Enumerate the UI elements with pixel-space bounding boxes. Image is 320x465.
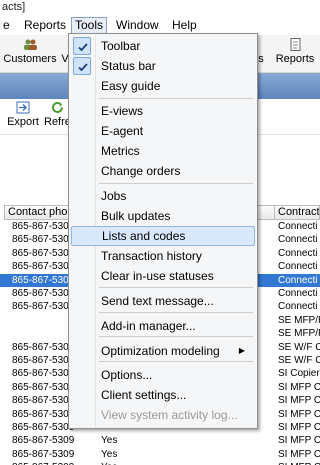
cell-contract: Connecti xyxy=(278,274,318,286)
cell-contact-phone: 865-867-5309 xyxy=(12,435,75,447)
table-row[interactable]: 865-867-5309Yes SI MFP C xyxy=(0,461,320,465)
menu-item-lists-and-codes[interactable]: Lists and codes xyxy=(71,226,255,246)
submenu-arrow-icon: ▶ xyxy=(238,346,245,355)
cell-contract: Connecti xyxy=(278,234,318,246)
table-row[interactable]: 865-867-5309 Yes SI MFP C xyxy=(0,434,320,447)
cell-contract: SI MFP C xyxy=(278,408,320,420)
menu-item-clear-in-use-statuses[interactable]: Clear in-use statuses xyxy=(71,266,255,286)
export-button[interactable]: Export xyxy=(4,100,42,134)
menu-item-status-bar[interactable]: Status bar xyxy=(71,56,255,76)
window-title: acts] xyxy=(0,0,320,17)
menu-item-label: E-views xyxy=(101,104,144,118)
cell-flag: Yes xyxy=(101,461,141,465)
cell-contract: Connecti xyxy=(278,247,318,259)
menu-item-optimization-modeling[interactable]: Optimization modeling ▶ xyxy=(71,341,255,361)
menu-item-e-agent[interactable]: E-agent xyxy=(71,121,255,141)
menu-item-e-views[interactable]: E-views xyxy=(71,101,255,121)
cell-contract: Connecti xyxy=(278,261,318,273)
menu-item-client-settings[interactable]: Client settings... xyxy=(71,385,255,405)
table-row[interactable]: 865-867-5309 Yes SI MFP C xyxy=(0,448,320,461)
menu-item-label: View system activity log... xyxy=(101,408,238,422)
checkmark-icon xyxy=(73,57,91,75)
menu-separator xyxy=(99,287,253,288)
menu-reports[interactable]: Reports xyxy=(24,17,66,35)
cell-contract: SI MFP C xyxy=(278,395,320,407)
menu-separator xyxy=(99,183,253,184)
customers-icon xyxy=(23,39,37,50)
menu-item-label: Toolbar xyxy=(101,39,141,53)
menu-item-bulk-updates[interactable]: Bulk updates xyxy=(71,206,255,226)
cell-contract: SI MFP C xyxy=(278,461,320,465)
menu-separator xyxy=(99,336,253,337)
customers-label: Customers xyxy=(3,53,57,65)
cell-contact-phone: 865-867-5309 xyxy=(12,461,102,465)
menu-item-label: Add-in manager... xyxy=(101,319,196,333)
cell-contract: Connecti xyxy=(278,288,318,299)
menu-file[interactable]: e xyxy=(3,17,10,35)
menu-item-add-in-manager[interactable]: Add-in manager... xyxy=(71,316,255,336)
cell-contract: Connecti xyxy=(278,301,318,313)
menu-item-label: Easy guide xyxy=(101,79,161,93)
cell-contract: SE W/F C xyxy=(278,355,320,366)
menu-item-view-system-activity-log: View system activity log... xyxy=(71,405,255,425)
reports-icon xyxy=(290,38,300,51)
menu-item-label: Transaction history xyxy=(101,249,202,263)
menu-separator xyxy=(99,361,253,362)
cell-contract: Connecti xyxy=(278,221,318,232)
menu-item-easy-guide[interactable]: Easy guide xyxy=(71,76,255,96)
toolbar-partial-label-2: s xyxy=(258,53,264,65)
export-icon xyxy=(16,101,29,114)
menu-item-options[interactable]: Options... xyxy=(71,365,255,385)
menu-item-label: Bulk updates xyxy=(101,209,171,223)
menu-item-label: Clear in-use statuses xyxy=(101,269,214,283)
menu-item-send-text-message[interactable]: Send text message... xyxy=(71,291,255,311)
menu-item-label: Lists and codes xyxy=(102,229,186,243)
menu-item-label: Status bar xyxy=(101,59,156,73)
checkmark-icon xyxy=(73,37,91,55)
cell-contract: SI MFP C xyxy=(278,435,320,447)
cell-contract: SI MFP C xyxy=(278,422,320,433)
refresh-button[interactable]: Refre xyxy=(44,100,71,134)
reports-label: Reports xyxy=(275,53,315,65)
cell-contact-phone: 865-867-5309 xyxy=(12,448,75,460)
menu-item-label: Jobs xyxy=(101,189,127,203)
menu-item-transaction-history[interactable]: Transaction history xyxy=(71,246,255,266)
cell-contract: SI MFP C xyxy=(278,381,320,393)
menu-item-label: Change orders xyxy=(101,164,181,178)
menu-item-label: E-agent xyxy=(101,124,144,138)
menu-item-jobs[interactable]: Jobs xyxy=(71,186,255,206)
menu-item-toolbar[interactable]: Toolbar xyxy=(71,36,255,56)
customers-button[interactable]: Customers xyxy=(2,37,58,71)
menu-item-label: Options... xyxy=(101,368,153,382)
cell-contract: SI Copier xyxy=(278,368,320,380)
export-label: Export xyxy=(7,116,39,128)
cell-flag: Yes xyxy=(101,435,118,447)
tools-menu: Toolbar Status bar Easy guide E-views E-agen… xyxy=(68,33,258,429)
menu-item-metrics[interactable]: Metrics xyxy=(71,141,255,161)
toolbar-partial-button-2[interactable]: s xyxy=(257,37,265,71)
cell-contract: SE W/F C xyxy=(278,341,320,353)
cell-flag: Yes xyxy=(101,448,118,460)
menu-item-label: Metrics xyxy=(101,144,140,158)
window-title-text: acts] xyxy=(2,1,26,13)
menu-separator xyxy=(99,312,253,313)
menu-item-label: Client settings... xyxy=(101,388,187,402)
menu-item-change-orders[interactable]: Change orders xyxy=(71,161,255,181)
cell-contract: SI MFP C xyxy=(278,448,320,460)
cell-contract: SE MFP/R xyxy=(278,328,320,340)
column-header-contract[interactable]: Contract xyxy=(274,205,320,220)
menu-item-label: Optimization modeling xyxy=(101,344,220,358)
reports-button[interactable]: Reports xyxy=(272,37,318,71)
refresh-label: Refre xyxy=(44,116,71,128)
cell-contract: SE MFP/R xyxy=(278,314,320,326)
menu-separator xyxy=(99,98,253,99)
menu-item-label: Send text message... xyxy=(101,294,214,308)
refresh-icon xyxy=(51,101,63,113)
